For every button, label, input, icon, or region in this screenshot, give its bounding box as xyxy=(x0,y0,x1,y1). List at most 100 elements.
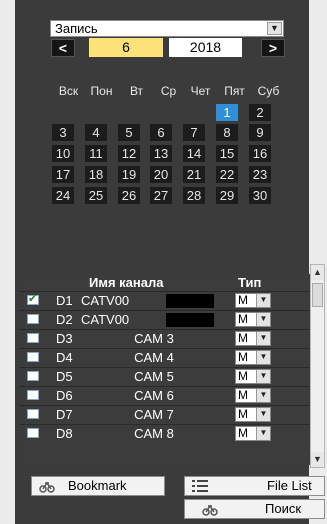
bookmark-button[interactable]: Bookmark xyxy=(31,476,165,496)
channel-table: Имя канала Тип D1CATV00M▼D2CATV00M▼D3CAM… xyxy=(19,274,310,465)
calendar-day[interactable]: 5 xyxy=(118,124,140,141)
channel-name-header: Имя канала xyxy=(89,275,164,290)
weekday-label: Пон xyxy=(90,84,113,98)
stream-type-select[interactable]: M ▼ xyxy=(235,350,271,365)
redaction-block xyxy=(166,313,214,327)
stream-type-value: M xyxy=(238,369,248,383)
search-button[interactable]: Поиск xyxy=(184,499,325,519)
stream-type-value: M xyxy=(238,331,248,345)
calendar-day[interactable]: 7 xyxy=(183,124,205,141)
next-month-button[interactable]: > xyxy=(261,39,285,57)
channel-name: CAM 4 xyxy=(134,350,174,365)
stream-type-select[interactable]: M ▼ xyxy=(235,293,271,308)
scroll-down-icon[interactable]: ▼ xyxy=(311,452,324,467)
channel-id: D2 xyxy=(56,312,73,327)
chevron-down-icon[interactable]: ▼ xyxy=(256,332,270,345)
calendar-day[interactable]: 8 xyxy=(216,124,238,141)
channel-checkbox[interactable] xyxy=(27,409,39,419)
channel-checkbox[interactable] xyxy=(27,371,39,381)
calendar-day[interactable]: 25 xyxy=(85,187,107,204)
calendar-day[interactable]: 30 xyxy=(249,187,271,204)
stream-type-select[interactable]: M ▼ xyxy=(235,407,271,422)
calendar-day[interactable]: 28 xyxy=(183,187,205,204)
table-row[interactable]: D5 CAM 5 M ▼ xyxy=(19,367,310,385)
scroll-up-icon[interactable]: ▲ xyxy=(311,265,324,280)
table-row[interactable]: D1CATV00M▼ xyxy=(19,291,310,309)
calendar-day[interactable]: 19 xyxy=(118,166,140,183)
calendar-day[interactable]: 12 xyxy=(118,145,140,162)
calendar-day[interactable]: 10 xyxy=(52,145,74,162)
redaction-block xyxy=(166,294,214,308)
channel-checkbox[interactable] xyxy=(27,333,39,343)
table-row[interactable]: D3 CAM 3 M ▼ xyxy=(19,329,310,347)
channel-checkbox[interactable] xyxy=(27,428,39,438)
file-list-button[interactable]: File List xyxy=(184,476,325,496)
weekday-header: Вск Пон Вт Ср Чет Пят Суб xyxy=(52,84,292,100)
calendar-day[interactable]: 24 xyxy=(52,187,74,204)
stream-type-select[interactable]: M ▼ xyxy=(235,331,271,346)
calendar-day[interactable]: 18 xyxy=(85,166,107,183)
channel-checkbox[interactable] xyxy=(27,314,39,324)
search-icon xyxy=(202,504,218,516)
stream-type-select[interactable]: M ▼ xyxy=(235,388,271,403)
stream-type-select[interactable]: M ▼ xyxy=(235,426,271,441)
channel-table-header: Имя канала Тип xyxy=(19,274,310,291)
calendar-day[interactable]: 15 xyxy=(216,145,238,162)
channel-checkbox[interactable] xyxy=(27,292,39,305)
channel-name: CAM 7 xyxy=(134,407,174,422)
table-row[interactable]: D2 CATV00 M ▼ xyxy=(19,310,310,328)
channel-checkbox[interactable] xyxy=(27,352,39,362)
channel-name: CAM 3 xyxy=(134,331,174,346)
chevron-down-icon[interactable]: ▼ xyxy=(256,351,270,364)
channel-name: CAM 5 xyxy=(134,369,174,384)
table-row[interactable]: D7 CAM 7 M ▼ xyxy=(19,405,310,423)
month-field[interactable]: 6 xyxy=(89,38,163,57)
calendar-day[interactable]: 16 xyxy=(249,145,271,162)
stream-type-select[interactable]: M ▼ xyxy=(235,369,271,384)
calendar-day[interactable]: 22 xyxy=(216,166,238,183)
chevron-down-icon[interactable]: ▼ xyxy=(256,313,270,326)
stream-type-value: M xyxy=(238,312,248,326)
calendar-day[interactable]: 6 xyxy=(150,124,172,141)
calendar-day[interactable]: 11 xyxy=(85,145,107,162)
chevron-down-icon[interactable]: ▼ xyxy=(256,370,270,383)
chevron-down-icon[interactable]: ▼ xyxy=(256,389,270,402)
table-row[interactable]: D4 CAM 4 M ▼ xyxy=(19,348,310,366)
channel-checkbox[interactable] xyxy=(27,390,39,400)
file-list-label: File List xyxy=(267,478,312,493)
stream-type-value: M xyxy=(238,407,248,421)
year-field[interactable]: 2018 xyxy=(169,38,242,57)
calendar-day[interactable]: 26 xyxy=(118,187,140,204)
prev-month-button[interactable]: < xyxy=(51,39,75,57)
weekday-label: Вск xyxy=(58,84,79,98)
calendar-day[interactable]: 27 xyxy=(150,187,172,204)
chevron-down-icon[interactable]: ▼ xyxy=(256,427,270,440)
scroll-thumb[interactable] xyxy=(312,283,323,307)
calendar-day[interactable]: 29 xyxy=(216,187,238,204)
weekday-label: Чет xyxy=(190,84,211,98)
chevron-down-icon[interactable]: ▼ xyxy=(256,294,270,307)
search-label: Поиск xyxy=(265,501,302,516)
chevron-down-icon[interactable]: ▼ xyxy=(256,408,270,421)
weekday-label: Ср xyxy=(160,84,177,98)
calendar-day[interactable]: 9 xyxy=(249,124,271,141)
record-mode-select[interactable]: Запись ▼ xyxy=(50,20,284,37)
channel-name: CAM 8 xyxy=(134,426,174,441)
calendar-day[interactable]: 3 xyxy=(52,124,74,141)
stream-type-select[interactable]: M ▼ xyxy=(235,312,271,327)
calendar-day[interactable]: 13 xyxy=(150,145,172,162)
table-row[interactable]: D6 CAM 6 M ▼ xyxy=(19,386,310,404)
calendar-day[interactable]: 20 xyxy=(150,166,172,183)
chevron-down-icon[interactable]: ▼ xyxy=(267,22,282,35)
calendar-day[interactable]: 21 xyxy=(183,166,205,183)
calendar-day[interactable]: 1 xyxy=(216,104,238,121)
channel-scrollbar[interactable]: ▲ ▼ xyxy=(310,264,325,468)
calendar-day[interactable]: 4 xyxy=(85,124,107,141)
bookmark-label: Bookmark xyxy=(68,478,127,493)
table-row[interactable]: D8 CAM 8 M ▼ xyxy=(19,424,310,442)
stream-type-value: M xyxy=(238,293,248,307)
calendar-day[interactable]: 23 xyxy=(249,166,271,183)
calendar-day[interactable]: 2 xyxy=(249,104,271,121)
calendar-day[interactable]: 17 xyxy=(52,166,74,183)
calendar-day[interactable]: 14 xyxy=(183,145,205,162)
